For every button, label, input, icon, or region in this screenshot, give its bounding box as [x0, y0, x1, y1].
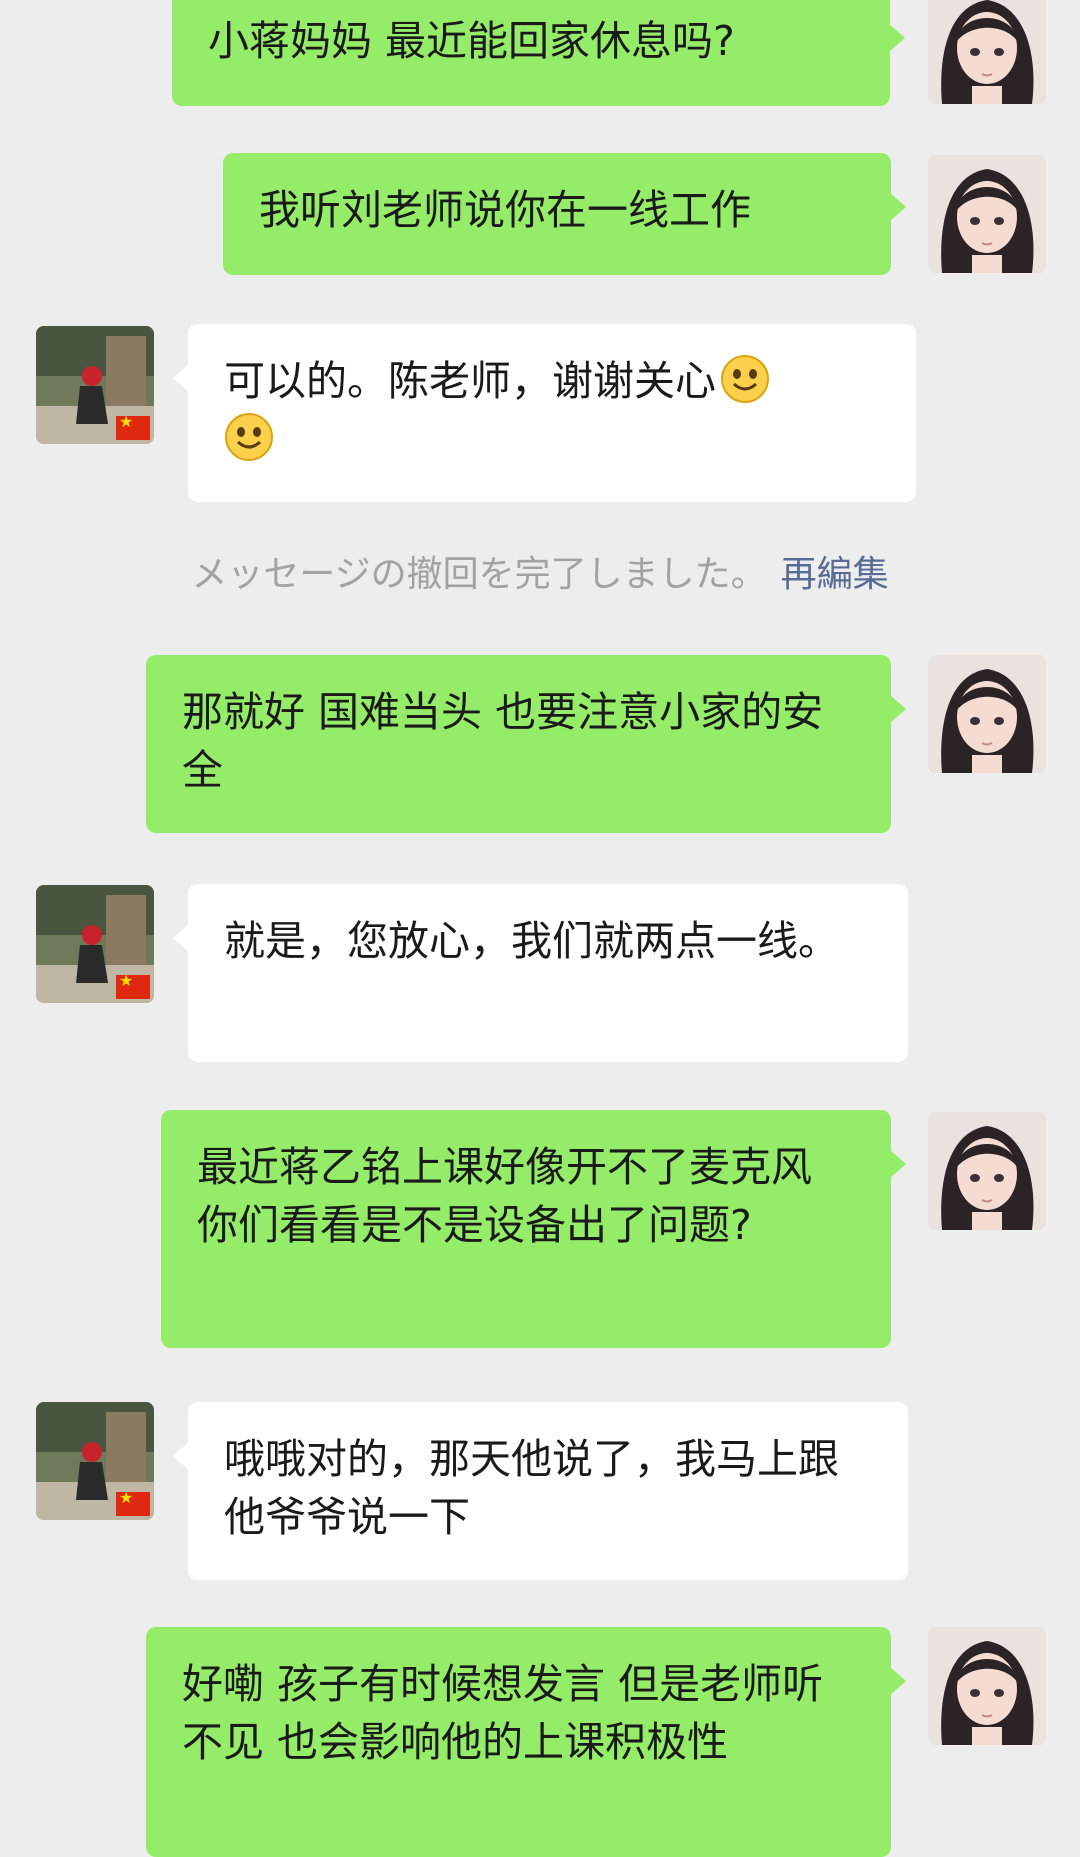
message-bubble[interactable]: 可以的。陈老师，谢谢关心 — [173, 324, 916, 502]
re-edit-link[interactable]: 再編集 — [781, 554, 889, 595]
message-bubble[interactable]: 最近蒋乙铭上课好像开不了麦克风 你们看看是不是设备出了问题? — [161, 1110, 906, 1348]
chat-area[interactable]: 小蒋妈妈 最近能回家休息吗? 我听刘老师说你在一线工作 ★ 可以的。陈老师，谢谢… — [0, 0, 1080, 1857]
china-flag-icon — [116, 971, 150, 999]
message-text: 小蒋妈妈 最近能回家休息吗? — [208, 17, 735, 65]
smile-emoji — [721, 355, 769, 403]
parent-photo-avatar-icon[interactable] — [36, 885, 154, 1003]
message-text: 可以的。陈老师，谢谢关心 — [224, 357, 716, 405]
message-text: 我听刘老师说你在一线工作 — [259, 186, 751, 234]
china-flag-icon — [116, 412, 150, 440]
message-bubble[interactable]: 那就好 国难当头 也要注意小家的安全 — [146, 655, 906, 833]
message-bubble[interactable]: 就是，您放心，我们就两点一线。 — [173, 884, 908, 1062]
china-flag-icon — [116, 1488, 150, 1516]
message-bubble[interactable]: 哦哦对的，那天他说了，我马上跟他爷爷说一下 — [173, 1402, 908, 1580]
message-text: 那就好 国难当头 也要注意小家的安全 — [182, 688, 824, 794]
message-text: 最近蒋乙铭上课好像开不了麦克风 你们看看是不是设备出了问题? — [197, 1143, 812, 1249]
anime-girl-avatar-icon[interactable] — [928, 655, 1046, 773]
smile-emoji — [225, 413, 273, 461]
message-text: 就是，您放心，我们就两点一线。 — [224, 917, 839, 965]
message-text: 好嘞 孩子有时候想发言 但是老师听不见 也会影响他的上课积极性 — [182, 1660, 824, 1766]
anime-girl-avatar-icon[interactable] — [928, 0, 1046, 104]
anime-girl-avatar-icon[interactable] — [928, 1112, 1046, 1230]
recall-notice: メッセージの撤回を完了しました。 再編集 — [0, 545, 1080, 597]
message-bubble[interactable]: 好嘞 孩子有时候想发言 但是老师听不见 也会影响他的上课积极性 — [146, 1627, 906, 1857]
parent-photo-avatar-icon[interactable] — [36, 326, 154, 444]
message-bubble[interactable]: 小蒋妈妈 最近能回家休息吗? — [172, 0, 905, 106]
message-bubble[interactable]: 我听刘老师说你在一线工作 — [223, 153, 906, 275]
recall-notice-text: メッセージの撤回を完了しました。 — [191, 554, 767, 595]
anime-girl-avatar-icon[interactable] — [928, 1627, 1046, 1745]
message-text: 哦哦对的，那天他说了，我马上跟他爷爷说一下 — [224, 1435, 839, 1541]
parent-photo-avatar-icon[interactable] — [36, 1402, 154, 1520]
anime-girl-avatar-icon[interactable] — [928, 155, 1046, 273]
